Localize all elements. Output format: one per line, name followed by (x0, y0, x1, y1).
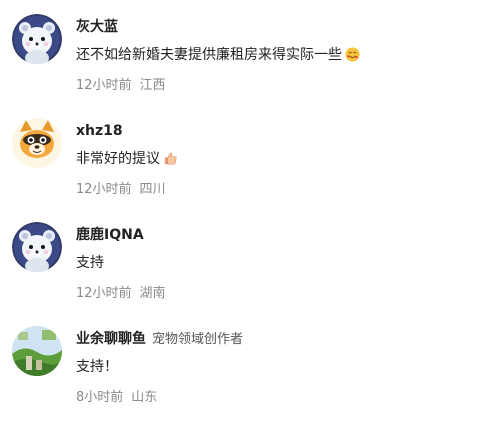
username-text[interactable]: xhz18 (76, 123, 123, 139)
raccoon-avatar-icon[interactable] (12, 118, 62, 168)
comment-location: 四川 (139, 182, 166, 197)
comment-text-content: 非常好的提议 (76, 151, 160, 167)
comment-location: 江西 (139, 78, 166, 93)
comment-text: 还不如给新婚夫妻提供廉租房来得实际一些 (76, 45, 360, 65)
username[interactable]: 灰大蓝 (76, 18, 118, 36)
comment-list: 灰大蓝 还不如给新婚夫妻提供廉租房来得实际一些 12小时前 江西 xhz18 非… (0, 0, 486, 415)
comment-location: 山东 (131, 390, 158, 405)
comment-time: 12小时前 (76, 286, 132, 301)
comment-text-content: 支持！ (76, 359, 118, 375)
comment-text: 非常好的提议 (76, 149, 178, 169)
bear-avatar-icon[interactable] (12, 222, 62, 272)
comment-text-content: 还不如给新婚夫妻提供廉租房来得实际一些 (76, 47, 342, 63)
comment-meta: 12小时前 四川 (76, 182, 166, 198)
username[interactable]: 业余聊聊鱼 宠物领域创作者 (76, 330, 243, 349)
landscape-avatar-icon[interactable] (12, 326, 62, 376)
username-text[interactable]: 灰大蓝 (76, 19, 118, 35)
comment-text: 支持 (76, 253, 104, 273)
comment-item: 灰大蓝 还不如给新婚夫妻提供廉租房来得实际一些 12小时前 江西 (0, 14, 486, 114)
username[interactable]: xhz18 (76, 122, 123, 140)
comment-time: 8小时前 (76, 390, 124, 405)
comment-meta: 12小时前 湖南 (76, 286, 166, 302)
comment-meta: 8小时前 山东 (76, 390, 157, 406)
thumbs-up-icon (164, 152, 177, 165)
username-text[interactable]: 业余聊聊鱼 (76, 331, 146, 347)
comment-item: 鹿鹿IQNA 支持 12小时前 湖南 (0, 222, 486, 322)
comment-meta: 12小时前 江西 (76, 78, 166, 94)
comment-time: 12小时前 (76, 182, 132, 197)
bear-avatar-icon[interactable] (12, 14, 62, 64)
comment-location: 湖南 (139, 286, 166, 301)
creator-badge: 宠物领域创作者 (152, 332, 244, 347)
comment-item: 业余聊聊鱼 宠物领域创作者 支持！ 8小时前 山东 (0, 326, 486, 426)
username[interactable]: 鹿鹿IQNA (76, 226, 144, 244)
comment-item: xhz18 非常好的提议 12小时前 四川 (0, 118, 486, 218)
smiling-face-with-hearts-icon (345, 47, 360, 62)
comment-text: 支持！ (76, 357, 118, 377)
username-text[interactable]: 鹿鹿IQNA (76, 227, 144, 243)
comment-time: 12小时前 (76, 78, 132, 93)
comment-text-content: 支持 (76, 255, 104, 271)
